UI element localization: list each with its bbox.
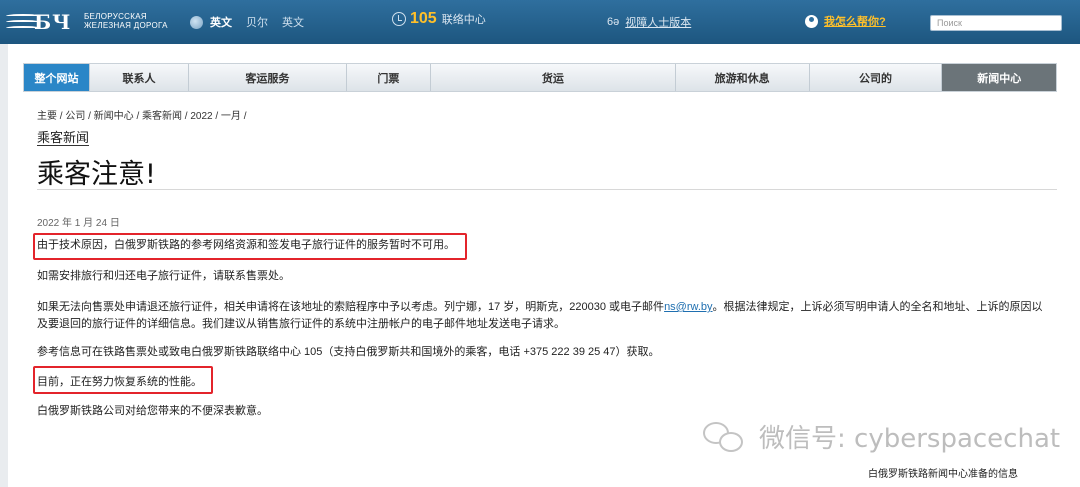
vision-impaired-link[interactable]: 6ə 视障人士版本 bbox=[607, 14, 691, 30]
user-icon bbox=[805, 14, 818, 28]
page-title: 乘客注意! bbox=[37, 159, 156, 190]
breadcrumb[interactable]: 主要 / 公司 / 新闻中心 / 乘客新闻 / 2022 / 一月 / bbox=[37, 107, 246, 122]
contact-number: 105 bbox=[410, 10, 437, 27]
highlight-box bbox=[33, 366, 213, 394]
globe-icon bbox=[190, 15, 203, 29]
divider bbox=[37, 189, 1057, 190]
nav-item-passenger[interactable]: 客运服务 bbox=[189, 64, 347, 91]
language-option[interactable]: 贝尔 bbox=[246, 14, 268, 30]
section-underline bbox=[37, 145, 89, 146]
section-title[interactable]: 乘客新闻 bbox=[37, 127, 89, 146]
logo[interactable]: БЧ БЕЛОРУССКАЯ ЖЕЛЕЗНАЯ ДОРОГА bbox=[6, 8, 168, 34]
logo-mark: БЧ bbox=[6, 8, 76, 34]
contact-label: 联络中心 bbox=[441, 14, 486, 26]
contact-center[interactable]: 105 联络中心 bbox=[392, 10, 486, 28]
watermark: 微信号: cyberspacechat bbox=[703, 418, 1060, 455]
help-link[interactable]: 我怎么帮你? bbox=[805, 13, 886, 29]
clock-icon bbox=[392, 12, 406, 26]
article-paragraph: 参考信息可在铁路售票处或致电白俄罗斯铁路联络中心 105（支持白俄罗斯共和国境外… bbox=[37, 346, 660, 358]
top-header: БЧ БЕЛОРУССКАЯ ЖЕЛЕЗНАЯ ДОРОГА 英文 贝尔 英文 … bbox=[0, 0, 1080, 44]
email-link[interactable]: ns@rw.by bbox=[664, 301, 712, 313]
wechat-icon bbox=[703, 420, 749, 454]
nav-item-company[interactable]: 公司的 bbox=[810, 64, 943, 91]
help-label: 我怎么帮你? bbox=[824, 16, 886, 28]
language-option[interactable]: 英文 bbox=[282, 14, 304, 30]
nav-item-whole-site[interactable]: 整个网站 bbox=[24, 64, 91, 91]
nav-item-contacts[interactable]: 联系人 bbox=[90, 64, 190, 91]
search-input[interactable]: Поиск bbox=[930, 15, 1062, 31]
glasses-icon: 6ə bbox=[607, 16, 620, 28]
main-nav: 整个网站 联系人 客运服务 门票 货运 旅游和休息 公司的 新闻中心 bbox=[23, 63, 1057, 92]
logo-text: БЕЛОРУССКАЯ ЖЕЛЕЗНАЯ ДОРОГА bbox=[84, 12, 168, 30]
nav-item-tickets[interactable]: 门票 bbox=[347, 64, 432, 91]
nav-item-press-center[interactable]: 新闻中心 bbox=[942, 64, 1056, 91]
content-card: 整个网站 联系人 客运服务 门票 货运 旅游和休息 公司的 新闻中心 主要 / … bbox=[8, 44, 1080, 487]
watermark-text: 微信号: cyberspacechat bbox=[759, 424, 1061, 454]
logo-letters: БЧ bbox=[34, 10, 72, 34]
article-signature: 白俄罗斯铁路新闻中心准备的信息 bbox=[868, 469, 1018, 480]
nav-item-freight[interactable]: 货运 bbox=[431, 64, 676, 91]
highlight-box bbox=[33, 233, 467, 260]
article-date: 2022 年 1 月 24 日 bbox=[37, 218, 120, 229]
language-switcher: 英文 贝尔 英文 bbox=[190, 14, 318, 30]
language-option-active[interactable]: 英文 bbox=[210, 14, 232, 30]
vision-label: 视障人士版本 bbox=[625, 17, 692, 29]
nav-item-tourism[interactable]: 旅游和休息 bbox=[676, 64, 810, 91]
article-paragraph: 如果无法向售票处申请退还旅行证件，相关申请将在该地址的索赔程序中予以考虑。列宁娜… bbox=[37, 301, 1043, 330]
article-paragraph: 如需安排旅行和归还电子旅行证件，请联系售票处。 bbox=[37, 270, 290, 282]
